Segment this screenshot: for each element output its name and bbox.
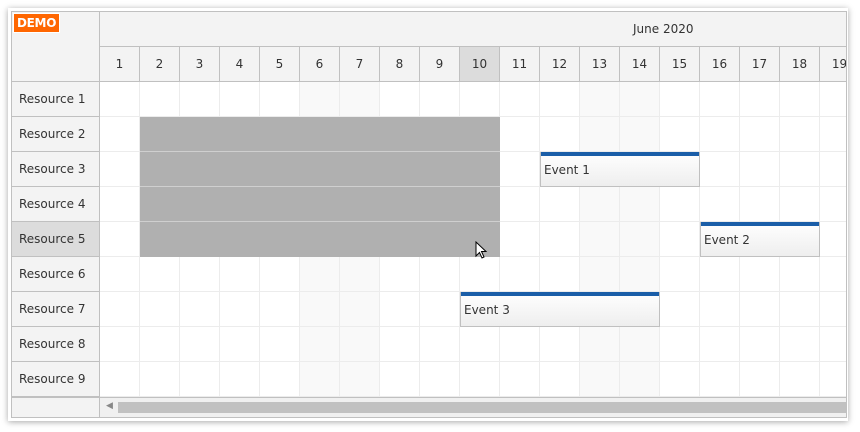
- grid-column-19[interactable]: [820, 82, 846, 397]
- row-header[interactable]: Resource 4: [12, 187, 100, 222]
- scrollbar-thumb[interactable]: [118, 402, 846, 413]
- scrollbar-corner: [12, 398, 100, 417]
- day-header-17[interactable]: 17: [740, 47, 780, 82]
- day-header-9[interactable]: 9: [420, 47, 460, 82]
- time-range-selection[interactable]: [140, 117, 500, 257]
- grid-column-11[interactable]: [500, 82, 540, 397]
- event-3[interactable]: Event 3: [460, 292, 660, 327]
- row-header[interactable]: Resource 6: [12, 257, 100, 292]
- grid-column-12[interactable]: [540, 82, 580, 397]
- row-header[interactable]: Resource 5: [12, 222, 100, 257]
- row-header[interactable]: Resource 9: [12, 362, 100, 397]
- demo-badge: DEMO: [13, 13, 61, 33]
- selection-divider: [140, 221, 500, 222]
- selection-divider: [140, 151, 500, 152]
- day-header-19[interactable]: 19: [820, 47, 846, 82]
- scheduler-grid[interactable]: Event 1 Event 2 Event 3: [100, 82, 846, 397]
- day-header-11[interactable]: 11: [500, 47, 540, 82]
- day-header-15[interactable]: 15: [660, 47, 700, 82]
- event-2[interactable]: Event 2: [700, 222, 820, 257]
- day-header-18[interactable]: 18: [780, 47, 820, 82]
- month-header: June 2020: [100, 12, 846, 47]
- row-header[interactable]: Resource 2: [12, 117, 100, 152]
- day-header-6[interactable]: 6: [300, 47, 340, 82]
- scrollbar-track[interactable]: ◀: [100, 398, 846, 417]
- day-header-5[interactable]: 5: [260, 47, 300, 82]
- mouse-cursor-icon: [475, 241, 488, 259]
- month-label: June 2020: [633, 22, 694, 36]
- event-duration-bar: [541, 152, 699, 156]
- event-duration-bar: [701, 222, 819, 226]
- event-duration-bar: [461, 292, 659, 296]
- row-header[interactable]: Resource 7: [12, 292, 100, 327]
- day-header-2[interactable]: 2: [140, 47, 180, 82]
- grid-column-15[interactable]: [660, 82, 700, 397]
- day-header-4[interactable]: 4: [220, 47, 260, 82]
- grid-column-1[interactable]: [100, 82, 140, 397]
- horizontal-scrollbar[interactable]: ◀: [12, 397, 846, 417]
- grid-column-14[interactable]: [620, 82, 660, 397]
- event-label: Event 2: [704, 233, 750, 247]
- selection-divider: [140, 186, 500, 187]
- row-header[interactable]: Resource 1: [12, 82, 100, 117]
- scheduler: DEMO June 2020 1 2 3 4 5 6 7 8 9 10 11 12 13 14 15 16 17…: [11, 11, 847, 418]
- day-header-3[interactable]: 3: [180, 47, 220, 82]
- day-header-16[interactable]: 16: [700, 47, 740, 82]
- event-1[interactable]: Event 1: [540, 152, 700, 187]
- grid-row-line: [100, 361, 846, 362]
- day-header-13[interactable]: 13: [580, 47, 620, 82]
- event-label: Event 3: [464, 303, 510, 317]
- scheduler-corner: DEMO: [12, 12, 100, 82]
- day-header-8[interactable]: 8: [380, 47, 420, 82]
- day-header-12[interactable]: 12: [540, 47, 580, 82]
- row-header[interactable]: Resource 3: [12, 152, 100, 187]
- grid-column-13[interactable]: [580, 82, 620, 397]
- scroll-left-icon[interactable]: ◀: [106, 401, 113, 411]
- row-header[interactable]: Resource 8: [12, 327, 100, 362]
- event-label: Event 1: [544, 163, 590, 177]
- day-header-14[interactable]: 14: [620, 47, 660, 82]
- day-header-10[interactable]: 10: [460, 47, 500, 82]
- day-header-7[interactable]: 7: [340, 47, 380, 82]
- day-header-1[interactable]: 1: [100, 47, 140, 82]
